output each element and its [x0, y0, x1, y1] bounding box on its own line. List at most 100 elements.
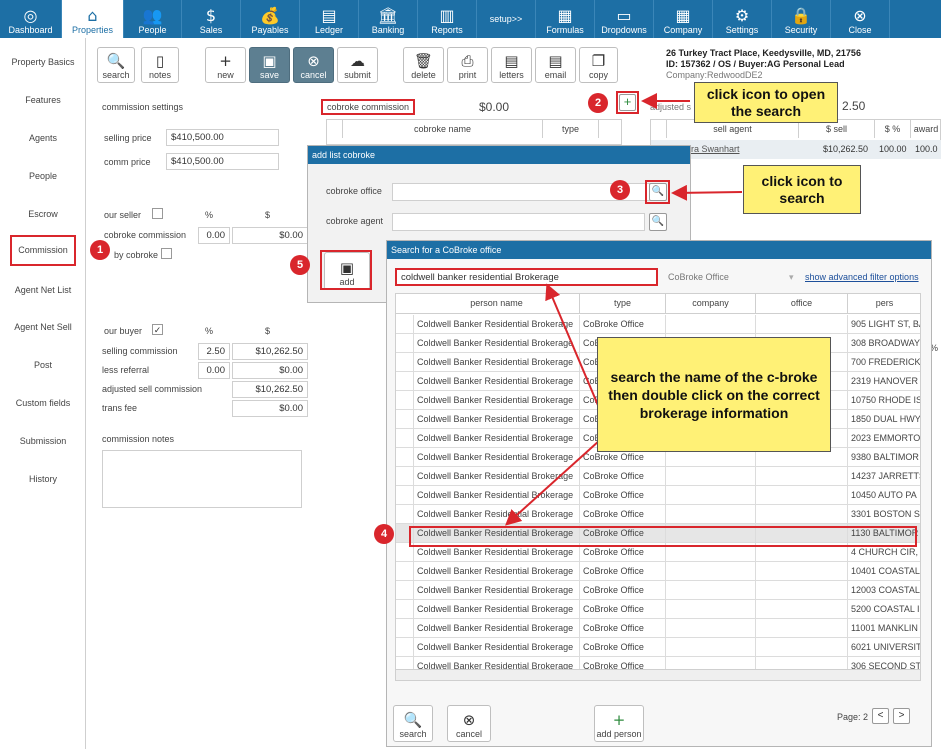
nav-ledger[interactable]: ▤ Ledger [300, 0, 359, 38]
submit-button[interactable]: ☁ submit [337, 47, 378, 83]
selling-price-field[interactable]: $410,500.00 [166, 129, 279, 146]
cobroke-commission-amt[interactable]: $0.00 [232, 227, 308, 244]
callout-open-search: click icon to open the search [694, 82, 838, 123]
column-header-person[interactable]: pers [848, 294, 920, 314]
column-header-type[interactable]: type [580, 294, 666, 314]
cell-person: 10450 AUTO PA [848, 486, 920, 505]
add-person-button[interactable]: + add person [594, 705, 644, 742]
new-button[interactable]: + new [205, 47, 246, 83]
nav-setup[interactable]: setup>> [477, 0, 536, 38]
table-row[interactable]: Coldwell Banker Residential BrokerageCoB… [396, 315, 920, 334]
cell-person-name: Coldwell Banker Residential Brokerage [414, 353, 580, 372]
our-seller-checkbox[interactable] [152, 208, 163, 219]
our-buyer-checkbox[interactable]: ✓ [152, 324, 163, 335]
adjusted-sell-amt[interactable]: $10,262.50 [232, 381, 308, 398]
nav-label: People [138, 25, 167, 35]
sidebar-item-commission[interactable]: Commission [10, 235, 76, 266]
table-row[interactable]: Coldwell Banker Residential BrokerageCoB… [396, 581, 920, 600]
column-header-cobroke-name[interactable]: cobroke name [343, 120, 543, 138]
selling-commission-amt[interactable]: $10,262.50 [232, 343, 308, 360]
by-cobroke-checkbox[interactable] [161, 248, 172, 259]
nav-company[interactable]: ▦ Company [654, 0, 713, 38]
nav-sales[interactable]: $ Sales [182, 0, 241, 38]
table-row[interactable]: Coldwell Banker Residential BrokerageCoB… [396, 638, 920, 657]
comm-price-field[interactable]: $410,500.00 [166, 153, 279, 170]
page-indicator: Page: 2 [837, 712, 869, 722]
cell-person: 2023 EMMORTO [848, 429, 920, 448]
search-agent-icon[interactable]: 🔍 [649, 213, 667, 231]
cell-person: 9380 BALTIMOR [848, 448, 920, 467]
trans-fee-amt[interactable]: $0.00 [232, 400, 308, 417]
sell-agent-name[interactable]: ra Swanhart [691, 140, 740, 159]
column-header-office[interactable]: office [756, 294, 848, 314]
sidebar-item-people[interactable]: People [0, 171, 86, 181]
save-button[interactable]: ▣ save [249, 47, 290, 83]
sidebar-item-agent-net-sell[interactable]: Agent Net Sell [0, 322, 86, 332]
table-row[interactable]: Coldwell Banker Residential BrokerageCoB… [396, 505, 920, 524]
cancel-icon: ⊗ [462, 711, 476, 729]
delete-button[interactable]: 🗑 delete [403, 47, 444, 83]
copy-button[interactable]: ❐ copy [579, 47, 618, 83]
sidebar-item-post[interactable]: Post [0, 360, 86, 370]
nav-label: setup>> [489, 14, 523, 24]
nav-properties[interactable]: ⌂ Properties [62, 0, 124, 38]
less-referral-pct[interactable]: 0.00 [198, 362, 230, 379]
sidebar-item-agent-net-list[interactable]: Agent Net List [0, 285, 86, 295]
sidebar-item-escrow[interactable]: Escrow [0, 209, 86, 219]
email-button[interactable]: ▤ email [535, 47, 576, 83]
column-header-company[interactable]: company [666, 294, 756, 314]
nav-reports[interactable]: ▥ Reports [418, 0, 477, 38]
table-row[interactable]: Coldwell Banker Residential BrokerageCoB… [396, 619, 920, 638]
sidebar-item-submission[interactable]: Submission [0, 436, 86, 446]
cell-type: CoBroke Office [580, 467, 666, 486]
nav-banking[interactable]: 🏛 Banking [359, 0, 418, 38]
advanced-filter-link[interactable]: show advanced filter options [805, 272, 919, 282]
letters-button[interactable]: ▤ letters [491, 47, 532, 83]
cobroke-agent-input[interactable] [392, 213, 645, 231]
table-row[interactable]: ra Swanhart $10,262.50 100.00 100.0 [651, 140, 941, 159]
column-header-type[interactable]: type [543, 120, 599, 138]
nav-dashboard[interactable]: ◎ Dashboard [0, 0, 62, 38]
cell-person-name: Coldwell Banker Residential Brokerage [414, 334, 580, 353]
nav-close[interactable]: ⊗ Close [831, 0, 890, 38]
cancel-button[interactable]: ⊗ cancel [293, 47, 334, 83]
chevron-down-icon[interactable]: ▾ [789, 272, 794, 283]
horizontal-scrollbar[interactable] [396, 669, 920, 680]
nav-dropdowns[interactable]: ▭ Dropdowns [595, 0, 654, 38]
print-button[interactable]: ⎙ print [447, 47, 488, 83]
search-query-input[interactable]: coldwell banker residential Brokerage [395, 268, 658, 286]
less-referral-amt[interactable]: $0.00 [232, 362, 308, 379]
commission-notes-textarea[interactable] [102, 450, 302, 508]
sidebar-item-history[interactable]: History [0, 474, 86, 484]
prev-page-button[interactable]: < [872, 708, 889, 724]
sidebar-item-property-basics[interactable]: Property Basics [0, 57, 86, 67]
button-label: submit [344, 70, 371, 80]
sidebar: Property Basics Features Agents People E… [0, 38, 86, 749]
table-row[interactable]: Coldwell Banker Residential BrokerageCoB… [396, 486, 920, 505]
table-row[interactable]: Coldwell Banker Residential BrokerageCoB… [396, 467, 920, 486]
button-label: add person [596, 729, 642, 739]
nav-people[interactable]: 👥 People [124, 0, 182, 38]
nav-payables[interactable]: 💰 Payables [241, 0, 300, 38]
column-header-person-name[interactable]: person name [414, 294, 580, 314]
nav-formulas[interactable]: ▦ Formulas [536, 0, 595, 38]
filter-type-select[interactable]: CoBroke Office [668, 272, 729, 282]
table-row[interactable]: Coldwell Banker Residential BrokerageCoB… [396, 600, 920, 619]
dialog-search-button[interactable]: 🔍 search [393, 705, 433, 742]
cell-person: 12003 COASTAL [848, 581, 920, 600]
cobroke-commission-pct[interactable]: 0.00 [198, 227, 230, 244]
nav-settings[interactable]: ⚙ Settings [713, 0, 772, 38]
sidebar-item-custom-fields[interactable]: Custom fields [0, 398, 86, 408]
column-header-pct[interactable]: $ % [875, 120, 911, 138]
row-handle [396, 410, 414, 429]
search-button[interactable]: 🔍 search [97, 47, 135, 83]
dialog-cancel-button[interactable]: ⊗ cancel [447, 705, 491, 742]
sidebar-item-features[interactable]: Features [0, 95, 86, 105]
notes-button[interactable]: ▯ notes [141, 47, 179, 83]
table-row[interactable]: Coldwell Banker Residential BrokerageCoB… [396, 562, 920, 581]
next-page-button[interactable]: > [893, 708, 910, 724]
sidebar-item-agents[interactable]: Agents [0, 133, 86, 143]
nav-security[interactable]: 🔒 Security [772, 0, 831, 38]
selling-commission-pct[interactable]: 2.50 [198, 343, 230, 360]
column-header-award[interactable]: award [911, 120, 941, 138]
